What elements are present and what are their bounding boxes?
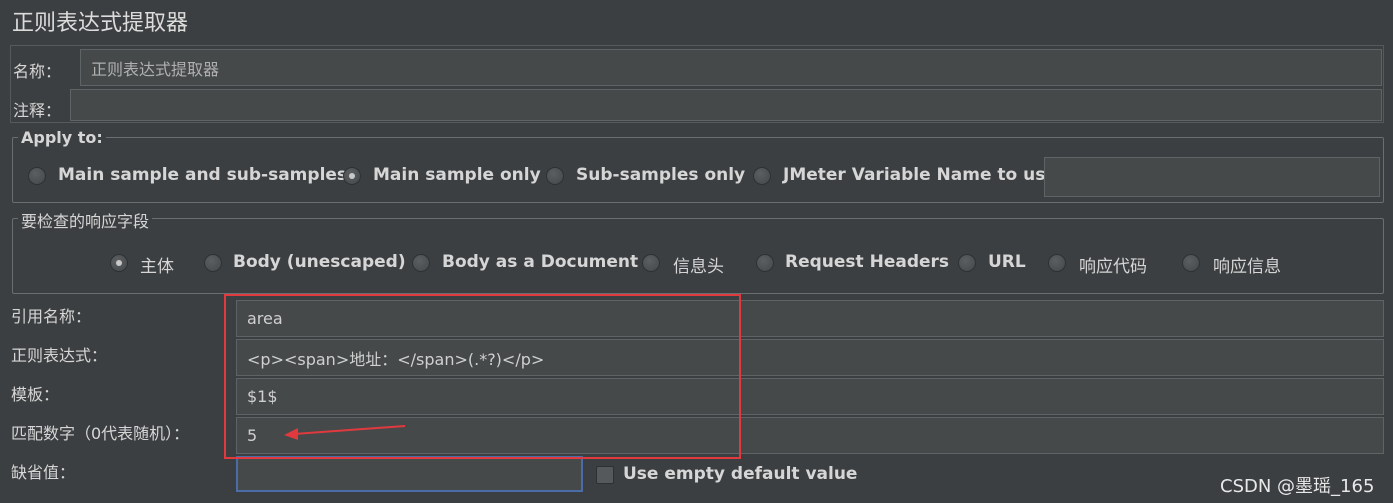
radio-response-message[interactable]	[1182, 254, 1200, 272]
page-title: 正则表达式提取器	[12, 11, 189, 36]
template-label: 模板：	[11, 385, 60, 404]
ref-name-label: 引用名称：	[11, 307, 92, 326]
radio-body-document-label[interactable]: Body as a Document	[442, 252, 638, 272]
radio-main-and-sub[interactable]	[28, 167, 46, 185]
arrow-icon	[284, 425, 406, 440]
name-input[interactable]: 正则表达式提取器	[80, 49, 1382, 86]
default-value-input[interactable]	[236, 456, 583, 492]
default-value-label: 缺省值：	[11, 463, 76, 482]
radio-body-unescaped-label[interactable]: Body (unescaped)	[233, 252, 406, 272]
radio-request-headers-label[interactable]: Request Headers	[785, 252, 949, 272]
radio-request-headers[interactable]	[756, 254, 774, 272]
radio-selected-dot	[349, 173, 355, 179]
radio-response-code[interactable]	[1048, 254, 1066, 272]
radio-response-code-label[interactable]: 响应代码	[1079, 252, 1147, 277]
radio-sub-only[interactable]	[546, 167, 564, 185]
comment-label: 注释：	[13, 101, 62, 120]
name-label: 名称：	[13, 62, 62, 81]
match-no-label: 匹配数字（0代表随机）：	[11, 424, 190, 443]
response-field-legend: 要检查的响应字段	[18, 208, 153, 232]
radio-jmeter-variable[interactable]	[753, 167, 771, 185]
radio-body[interactable]	[110, 254, 128, 272]
radio-url-label[interactable]: URL	[988, 252, 1026, 272]
radio-body-unescaped[interactable]	[204, 254, 222, 272]
radio-url[interactable]	[958, 254, 976, 272]
radio-main-only[interactable]	[343, 167, 361, 185]
radio-selected-dot	[116, 260, 122, 266]
comment-input[interactable]	[70, 89, 1382, 121]
radio-headers[interactable]	[642, 254, 660, 272]
apply-to-legend: Apply to:	[18, 128, 106, 147]
radio-main-only-label[interactable]: Main sample only	[373, 165, 541, 185]
use-empty-default-label[interactable]: Use empty default value	[623, 464, 857, 484]
radio-headers-label[interactable]: 信息头	[673, 252, 724, 277]
radio-body-document[interactable]	[412, 254, 430, 272]
use-empty-default-checkbox[interactable]	[596, 466, 614, 484]
radio-response-message-label[interactable]: 响应信息	[1213, 252, 1281, 277]
jmeter-variable-input[interactable]	[1044, 157, 1380, 197]
radio-jmeter-variable-label[interactable]: JMeter Variable Name to use	[783, 165, 1057, 185]
radio-sub-only-label[interactable]: Sub-samples only	[576, 165, 745, 185]
regex-label: 正则表达式：	[11, 346, 108, 365]
radio-main-and-sub-label[interactable]: Main sample and sub-samples	[58, 165, 347, 185]
watermark-text: CSDN @墨瑶_165	[1220, 476, 1375, 497]
radio-body-label[interactable]: 主体	[140, 252, 174, 277]
